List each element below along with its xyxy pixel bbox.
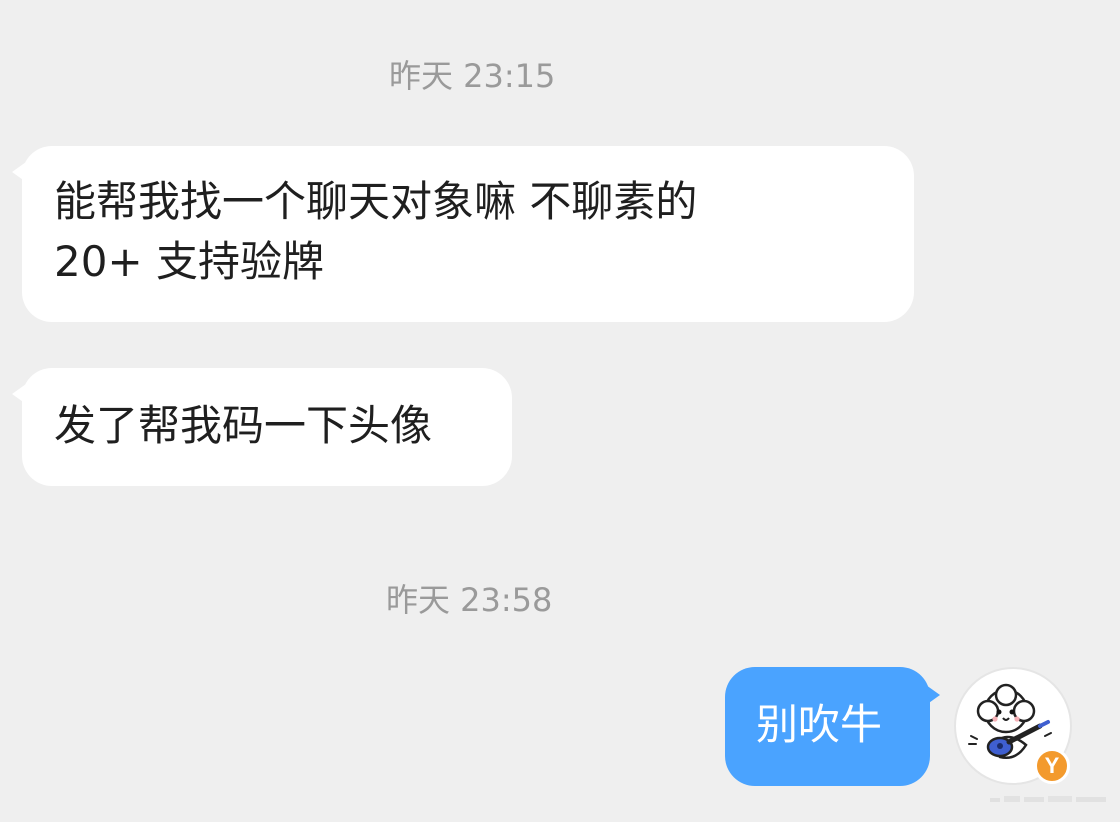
timestamp-2: 昨天 23:58 (386, 581, 553, 619)
incoming-message-2[interactable]: 发了帮我码一下头像 (12, 368, 512, 486)
incoming-message-1-line-2: 20+ 支持验牌 (54, 237, 324, 286)
watermark-icon (990, 796, 1106, 802)
incoming-message-2-text: 发了帮我码一下头像 (54, 401, 433, 450)
incoming-message-1-line-1: 能帮我找一个聊天对象嘛 不聊素的 (54, 177, 698, 226)
user-badge: Y (1034, 748, 1070, 784)
outgoing-message-1-text: 别吹牛 (756, 700, 883, 749)
timestamp-1: 昨天 23:15 (389, 57, 556, 95)
outgoing-message-1[interactable]: 别吹牛 (725, 667, 940, 786)
incoming-message-1[interactable]: 能帮我找一个聊天对象嘛 不聊素的 20+ 支持验牌 (12, 146, 914, 322)
